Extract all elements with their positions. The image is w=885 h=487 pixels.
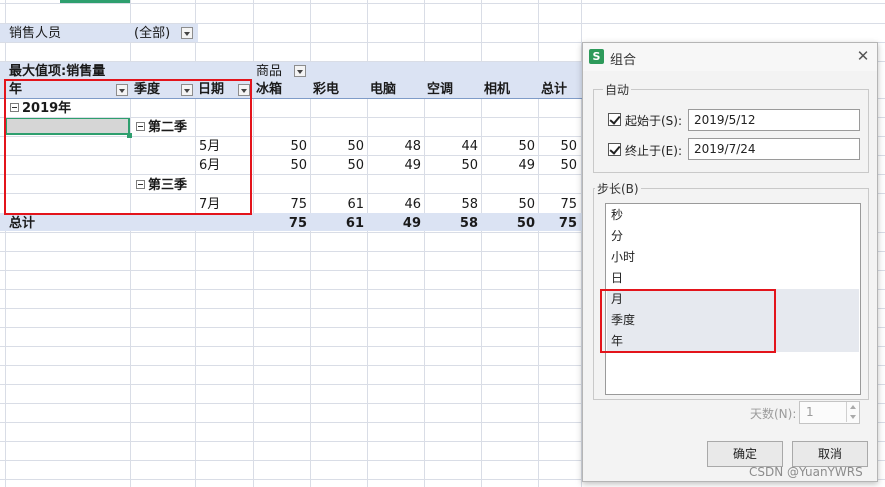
collapse-quarter-icon[interactable]: [136, 180, 145, 189]
year-dropdown-icon[interactable]: [116, 84, 128, 96]
selected-cell[interactable]: [6, 118, 130, 135]
table-cell: 50: [347, 139, 364, 154]
quarter-dropdown-icon[interactable]: [181, 84, 193, 96]
column-field-label: 商品: [256, 64, 283, 79]
fill-handle[interactable]: [127, 133, 132, 138]
table-cell: 75: [560, 197, 577, 212]
table-cell: 50: [560, 139, 577, 154]
month-item: 5月: [199, 139, 221, 154]
table-cell: 50: [290, 139, 307, 154]
days-spinner[interactable]: 1: [799, 401, 860, 424]
column-field-dropdown-icon[interactable]: [294, 65, 306, 77]
column-header: 电脑: [370, 82, 397, 97]
column-header: 冰箱: [256, 82, 283, 97]
column-header: 总计: [541, 82, 568, 97]
table-cell: 50: [290, 158, 307, 173]
month-item: 6月: [199, 158, 221, 173]
auto-group: [593, 89, 869, 173]
days-value: 1: [806, 405, 814, 419]
start-input[interactable]: [688, 109, 860, 131]
watermark: CSDN @YuanYWRS: [749, 465, 863, 479]
quarter-item: 第二季: [148, 120, 188, 135]
start-label: 起始于(S):: [625, 114, 683, 128]
table-cell: 50: [518, 197, 535, 212]
total-cell: 49: [402, 216, 421, 231]
list-item-selected[interactable]: 年: [607, 331, 859, 352]
filter-value: (全部): [134, 26, 171, 41]
table-cell: 61: [347, 197, 364, 212]
cancel-button[interactable]: 取消: [792, 441, 868, 467]
app-icon: S: [589, 49, 604, 64]
collapse-quarter-icon[interactable]: [136, 122, 145, 131]
step-group-label: 步长(B): [595, 180, 641, 197]
start-checkbox[interactable]: [608, 113, 621, 126]
close-icon[interactable]: ✕: [855, 48, 871, 64]
year-item: 2019年: [22, 101, 72, 116]
date-dropdown-icon[interactable]: [238, 84, 250, 96]
ok-button[interactable]: 确定: [707, 441, 783, 467]
list-item-selected[interactable]: 月: [607, 289, 859, 310]
table-cell: 50: [518, 139, 535, 154]
total-cell: 58: [459, 216, 478, 231]
days-label: 天数(N):: [750, 407, 797, 421]
step-listbox[interactable]: 秒 分 小时 日 月 季度 年: [605, 203, 861, 395]
total-cell: 50: [516, 216, 535, 231]
spin-down-icon[interactable]: [846, 412, 859, 422]
spin-up-icon[interactable]: [846, 402, 859, 412]
table-cell: 50: [347, 158, 364, 173]
total-cell: 75: [288, 216, 307, 231]
table-cell: 48: [404, 139, 421, 154]
dialog-titlebar[interactable]: S 组合 ✕: [583, 43, 877, 71]
column-header: 相机: [484, 82, 511, 97]
list-item[interactable]: 日: [607, 268, 859, 289]
table-cell: 58: [461, 197, 478, 212]
column-header: 彩电: [313, 82, 340, 97]
column-header: 空调: [427, 82, 454, 97]
group-dialog[interactable]: S 组合 ✕ 自动 起始于(S): 终止于(E): 步长(B) 秒 分 小时 日…: [582, 42, 878, 482]
filter-dropdown-icon[interactable]: [181, 27, 193, 39]
table-cell: 50: [461, 158, 478, 173]
total-cell: 61: [345, 216, 364, 231]
end-checkbox[interactable]: [608, 143, 621, 156]
end-label: 终止于(E):: [625, 144, 682, 158]
auto-group-label: 自动: [603, 81, 632, 98]
filter-label: 销售人员: [9, 26, 62, 41]
list-item-selected[interactable]: 季度: [607, 310, 859, 331]
dialog-title: 组合: [610, 53, 637, 68]
active-column-indicator: [60, 0, 130, 3]
row-header-year: 年: [9, 82, 23, 97]
total-label: 总计: [9, 216, 36, 231]
end-input[interactable]: [688, 138, 860, 160]
collapse-year-icon[interactable]: [10, 103, 19, 112]
table-cell: 46: [404, 197, 421, 212]
table-cell: 50: [560, 158, 577, 173]
table-cell: 49: [404, 158, 421, 173]
list-item[interactable]: 分: [607, 226, 859, 247]
row-header-quarter: 季度: [134, 82, 161, 97]
grid-line: [0, 3, 885, 4]
list-item[interactable]: 秒: [607, 205, 859, 226]
quarter-item: 第三季: [148, 178, 188, 193]
total-cell: 75: [558, 216, 577, 231]
table-cell: 49: [518, 158, 535, 173]
list-item[interactable]: 小时: [607, 247, 859, 268]
row-header-date: 日期: [198, 82, 225, 97]
month-item: 7月: [199, 197, 221, 212]
table-cell: 44: [461, 139, 478, 154]
value-field-label: 最大值项:销售量: [9, 64, 106, 79]
table-cell: 75: [290, 197, 307, 212]
